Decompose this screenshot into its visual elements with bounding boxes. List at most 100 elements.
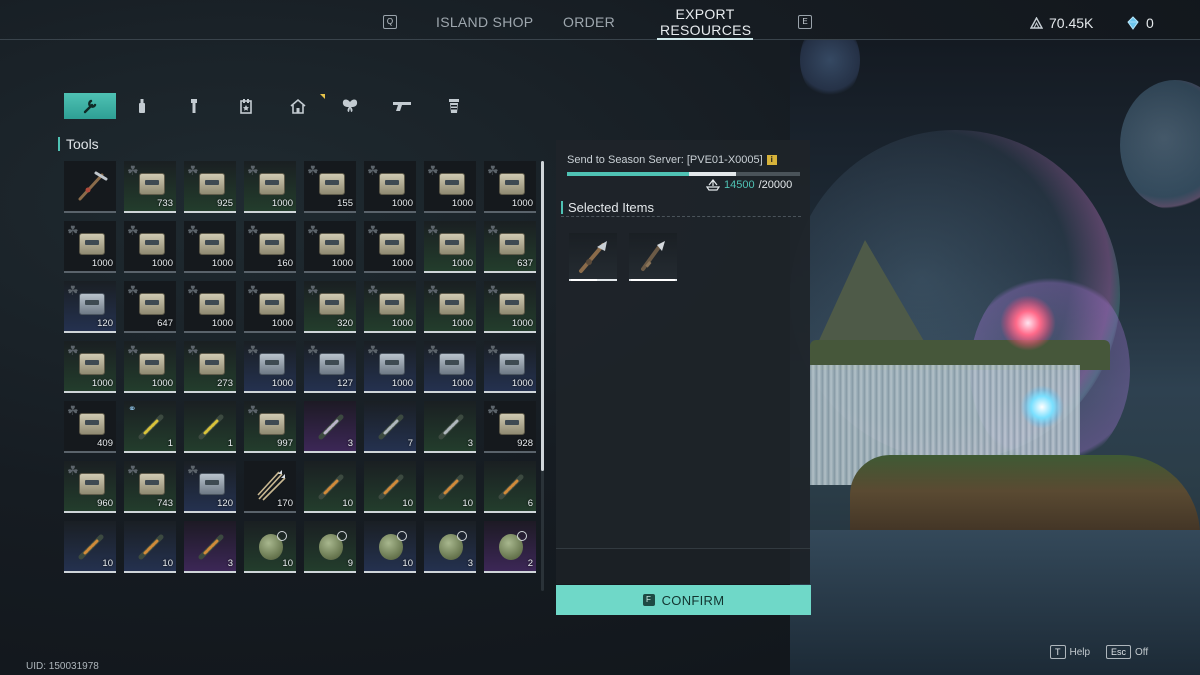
inventory-slot[interactable]: ☘ 273 bbox=[184, 341, 236, 393]
inventory-slot[interactable]: ☘ 1000 bbox=[244, 161, 296, 213]
inventory-slot[interactable]: ☘ 155 bbox=[304, 161, 356, 213]
inventory-slot[interactable]: ☘ 1000 bbox=[364, 221, 416, 273]
inventory-slot[interactable]: ☘ 1000 bbox=[364, 341, 416, 393]
item-quantity: 1 bbox=[167, 438, 173, 449]
category-tab-equipment[interactable] bbox=[168, 93, 220, 119]
item-quantity: 10 bbox=[462, 498, 473, 509]
item-quantity: 1000 bbox=[151, 378, 173, 389]
flashlight-icon bbox=[191, 99, 197, 113]
inventory-slot[interactable]: ☘ 925 bbox=[184, 161, 236, 213]
steel-crate-icon bbox=[379, 353, 405, 375]
inventory-slot[interactable]: 10 bbox=[364, 521, 416, 573]
inventory-slot[interactable]: ☘ 1000 bbox=[304, 221, 356, 273]
inventory-slot[interactable]: ☘ 1000 bbox=[124, 341, 176, 393]
inventory-slot[interactable]: 3 bbox=[424, 401, 476, 453]
category-tab-kits[interactable] bbox=[220, 93, 272, 119]
inventory-slot[interactable]: 10 bbox=[364, 461, 416, 513]
supply-crate-icon bbox=[379, 173, 405, 195]
inventory-slot[interactable]: ☘ 1000 bbox=[64, 221, 116, 273]
calendar-box-icon bbox=[240, 99, 252, 114]
inventory-slot[interactable]: 10 bbox=[124, 521, 176, 573]
inventory-slot[interactable]: 3 bbox=[424, 521, 476, 573]
inventory-slot[interactable]: ☘ 409 bbox=[64, 401, 116, 453]
inventory-slot[interactable] bbox=[64, 161, 116, 213]
category-tab-weapons[interactable] bbox=[376, 93, 428, 119]
tab-order[interactable]: ORDER bbox=[563, 14, 615, 30]
prev-tab-key-hint[interactable]: Q bbox=[383, 15, 397, 29]
inventory-slot[interactable]: ☘ 1000 bbox=[424, 281, 476, 333]
item-quantity: 1000 bbox=[91, 258, 113, 269]
category-tab-building[interactable] bbox=[272, 93, 324, 119]
inventory-slot[interactable]: 3 bbox=[304, 401, 356, 453]
tab-export-line1: EXPORT bbox=[675, 6, 735, 22]
inventory-slot[interactable]: 7 bbox=[364, 401, 416, 453]
inventory-slot[interactable]: ☘ 1000 bbox=[64, 341, 116, 393]
scrollbar-thumb[interactable] bbox=[541, 161, 544, 471]
inventory-slot[interactable]: 3 bbox=[184, 521, 236, 573]
inventory-slot[interactable]: ☘ 1000 bbox=[184, 221, 236, 273]
palm-tree-icon: ☘ bbox=[247, 403, 259, 418]
inventory-slot[interactable]: 10 bbox=[64, 521, 116, 573]
tab-island-shop[interactable]: ISLAND SHOP bbox=[436, 14, 533, 30]
item-quantity: 1000 bbox=[511, 198, 533, 209]
inventory-slot[interactable]: ☘ 928 bbox=[484, 401, 536, 453]
inventory-slot[interactable]: 2 bbox=[484, 521, 536, 573]
category-tab-consumables[interactable] bbox=[116, 93, 168, 119]
category-tab-materials[interactable] bbox=[428, 93, 480, 119]
inventory-slot[interactable]: ☘ 1000 bbox=[484, 341, 536, 393]
category-tab-cosmetics[interactable] bbox=[324, 93, 376, 119]
inventory-slot[interactable]: ☘ 743 bbox=[124, 461, 176, 513]
supply-crate-icon bbox=[79, 413, 105, 435]
capacity-readout: 14500/20000 bbox=[706, 179, 792, 191]
category-tab-tools[interactable] bbox=[64, 93, 116, 119]
item-quantity: 1000 bbox=[271, 198, 293, 209]
inventory-slot[interactable]: ☘ 1000 bbox=[244, 281, 296, 333]
inventory-slot[interactable]: 10 bbox=[424, 461, 476, 513]
confirm-button[interactable]: F CONFIRM bbox=[556, 585, 811, 615]
inventory-slot[interactable]: ☘ 127 bbox=[304, 341, 356, 393]
palm-tree-icon: ☘ bbox=[247, 283, 259, 298]
next-tab-key-hint[interactable]: E bbox=[798, 15, 812, 29]
inventory-slot[interactable]: ☘ 1000 bbox=[424, 341, 476, 393]
palm-tree-icon: ☘ bbox=[487, 403, 499, 418]
inventory-slot[interactable]: 10 bbox=[304, 461, 356, 513]
inventory-slot[interactable]: ☘ 960 bbox=[64, 461, 116, 513]
inventory-slot[interactable]: ☘ 1000 bbox=[484, 161, 536, 213]
inventory-slot[interactable]: 6 bbox=[484, 461, 536, 513]
inventory-slot[interactable]: ☘ 1000 bbox=[424, 221, 476, 273]
inventory-slot[interactable]: ☘ 637 bbox=[484, 221, 536, 273]
palm-tree-icon: ☘ bbox=[187, 283, 199, 298]
inventory-slot[interactable]: ☘ 1000 bbox=[364, 281, 416, 333]
close-hint[interactable]: Esc Off bbox=[1106, 645, 1148, 659]
inventory-slot[interactable]: 9 bbox=[304, 521, 356, 573]
selected-item-2[interactable] bbox=[629, 233, 677, 281]
tab-export-resources[interactable]: EXPORT RESOURCES bbox=[660, 6, 751, 38]
inventory-slot[interactable]: ☘ 1000 bbox=[124, 221, 176, 273]
currency-secondary: 0 bbox=[1126, 15, 1154, 31]
inventory-slot[interactable]: ☘ 997 bbox=[244, 401, 296, 453]
inventory-slot[interactable]: 1 bbox=[184, 401, 236, 453]
item-quantity: 3 bbox=[347, 438, 353, 449]
inventory-slot[interactable]: ☘ 647 bbox=[124, 281, 176, 333]
help-hint[interactable]: T Help bbox=[1050, 645, 1090, 659]
inventory-slot[interactable]: 10 bbox=[244, 521, 296, 573]
inventory-slot[interactable]: ☘ 1000 bbox=[364, 161, 416, 213]
inventory-slot[interactable]: ☘ 160 bbox=[244, 221, 296, 273]
inventory-slot[interactable]: 170 bbox=[244, 461, 296, 513]
inventory-slot[interactable]: ☘ 120 bbox=[64, 281, 116, 333]
inventory-slot[interactable]: ☘ 1000 bbox=[484, 281, 536, 333]
inventory-slot[interactable]: ☘ 1000 bbox=[244, 341, 296, 393]
selected-item-1[interactable] bbox=[569, 233, 617, 281]
inventory-slot[interactable]: ☘ 320 bbox=[304, 281, 356, 333]
inventory-slot[interactable]: ☘ 1000 bbox=[184, 281, 236, 333]
item-quantity: 637 bbox=[517, 258, 533, 269]
tool-stick-icon bbox=[138, 414, 164, 440]
inventory-slot[interactable]: ⚭ 1 bbox=[124, 401, 176, 453]
palm-tree-icon: ☘ bbox=[367, 163, 379, 178]
help-key: T bbox=[1050, 645, 1066, 659]
inventory-slot[interactable]: ☘ 120 bbox=[184, 461, 236, 513]
inventory-slot[interactable]: ☘ 1000 bbox=[424, 161, 476, 213]
inventory-slot[interactable]: ☘ 733 bbox=[124, 161, 176, 213]
info-icon[interactable]: i bbox=[766, 155, 777, 165]
capacity-bar-fill bbox=[567, 172, 689, 176]
